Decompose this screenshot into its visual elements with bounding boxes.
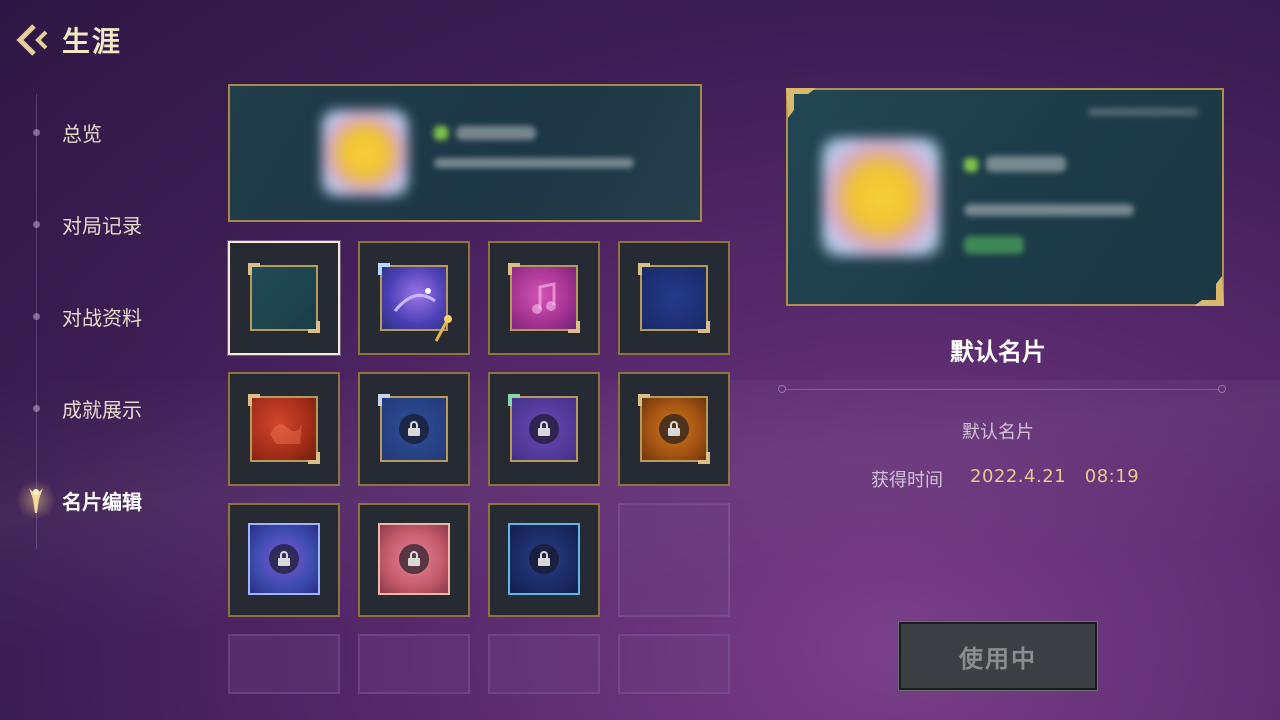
divider <box>778 385 1226 393</box>
page-title: 生涯 <box>62 25 123 58</box>
card-cell-navy[interactable] <box>618 241 730 355</box>
card-cell-peach-locked[interactable] <box>358 503 470 617</box>
corner-ornament <box>786 88 816 118</box>
corner-ornament <box>308 321 320 333</box>
in-use-button[interactable]: 使用中 <box>898 621 1098 691</box>
music-note-icon <box>532 282 556 314</box>
sidebar-item-label: 成就展示 <box>62 397 142 422</box>
sidebar-item-achievements[interactable]: 成就展示 <box>0 388 200 428</box>
card-cell-empty <box>228 634 340 694</box>
card-thumbnail <box>248 394 320 464</box>
corner-ornament <box>508 263 520 275</box>
obtain-time-label: 获得时间 <box>871 470 943 491</box>
nav-dot <box>33 220 40 228</box>
corner-ornament <box>638 263 650 275</box>
card-thumbnail <box>248 523 320 595</box>
card-thumbnail <box>378 523 450 595</box>
card-name: 默认名片 <box>962 422 1034 443</box>
sidebar-item-label: 对局记录 <box>62 213 142 238</box>
corner-ornament <box>508 394 520 406</box>
sidebar-nav: 总览 对局记录 对战资料 成就展示 名片编辑 <box>0 86 200 549</box>
card-thumbnail <box>508 394 578 462</box>
sidebar-item-label: 对战资料 <box>62 305 142 330</box>
card-thumbnail <box>508 523 580 595</box>
avatar <box>822 138 940 256</box>
pattern-icon <box>270 424 302 444</box>
sidebar-item-battle-data[interactable]: 对战资料 <box>0 296 200 336</box>
player-name-blurred <box>456 126 536 140</box>
card-thumbnail <box>508 263 580 333</box>
player-info-blurred <box>964 204 1134 216</box>
obtain-time-value: 2022.4.21 08:19 <box>970 466 1140 487</box>
nav-dot <box>33 128 40 136</box>
lock-icon <box>269 544 299 574</box>
card-thumbnail <box>638 394 710 464</box>
card-thumbnail <box>378 394 448 462</box>
card-cell-empty <box>358 634 470 694</box>
torch-icon <box>26 485 46 515</box>
corner-ornament <box>1194 276 1224 306</box>
card-cell-empty <box>618 503 730 617</box>
staff-icon <box>434 315 452 342</box>
card-thumbnail <box>248 263 320 333</box>
sidebar-item-match-history[interactable]: 对局记录 <box>0 204 200 244</box>
player-name-blurred <box>986 156 1066 172</box>
card-banner-preview <box>228 84 702 222</box>
card-cell-empty <box>618 634 730 694</box>
card-cell-orange-locked[interactable] <box>618 372 730 486</box>
card-cell-music[interactable] <box>488 241 600 355</box>
card-grid <box>228 241 732 720</box>
corner-ornament <box>698 321 710 333</box>
lock-icon <box>529 544 559 574</box>
sidebar-item-overview[interactable]: 总览 <box>0 112 200 152</box>
back-arrow-icon[interactable] <box>14 22 54 58</box>
corner-ornament <box>378 394 390 406</box>
lock-icon <box>659 414 689 444</box>
corner-ornament <box>378 263 390 275</box>
nav-dot <box>33 312 40 320</box>
corner-ornament <box>638 394 650 406</box>
corner-ornament <box>248 263 260 275</box>
rank-badge-icon <box>434 126 448 140</box>
card-cell-purple-locked[interactable] <box>488 372 600 486</box>
corner-ornament <box>308 452 320 464</box>
divider-end <box>1218 385 1226 393</box>
player-info-blurred <box>434 158 634 168</box>
status-badge-blurred <box>964 236 1024 254</box>
lock-icon <box>399 544 429 574</box>
sidebar-item-card-edit[interactable]: 名片编辑 <box>0 480 200 520</box>
card-cell-cosmic[interactable] <box>358 241 470 355</box>
nav-dot <box>33 404 40 412</box>
avatar <box>322 110 408 196</box>
card-cell-red[interactable] <box>228 372 340 486</box>
sidebar-item-label: 名片编辑 <box>62 489 142 514</box>
corner-ornament <box>698 452 710 464</box>
lock-icon <box>529 414 559 444</box>
card-cell-teal[interactable] <box>228 241 340 355</box>
card-cell-violet-locked[interactable] <box>228 503 340 617</box>
divider-bar <box>786 389 1218 390</box>
divider-end <box>778 385 786 393</box>
card-thumbnail <box>638 263 710 333</box>
rank-badge-icon <box>964 158 978 172</box>
corner-ornament <box>248 394 260 406</box>
lock-icon <box>399 414 429 444</box>
card-label-blurred <box>1088 108 1198 116</box>
card-cell-ocean-locked[interactable] <box>488 503 600 617</box>
name-card-preview <box>786 88 1224 306</box>
card-cell-empty <box>488 634 600 694</box>
card-title: 默认名片 <box>950 338 1046 366</box>
sidebar-item-label: 总览 <box>62 121 102 146</box>
card-cell-blue-locked[interactable] <box>358 372 470 486</box>
corner-ornament <box>568 321 580 333</box>
header: 生涯 <box>14 20 122 60</box>
